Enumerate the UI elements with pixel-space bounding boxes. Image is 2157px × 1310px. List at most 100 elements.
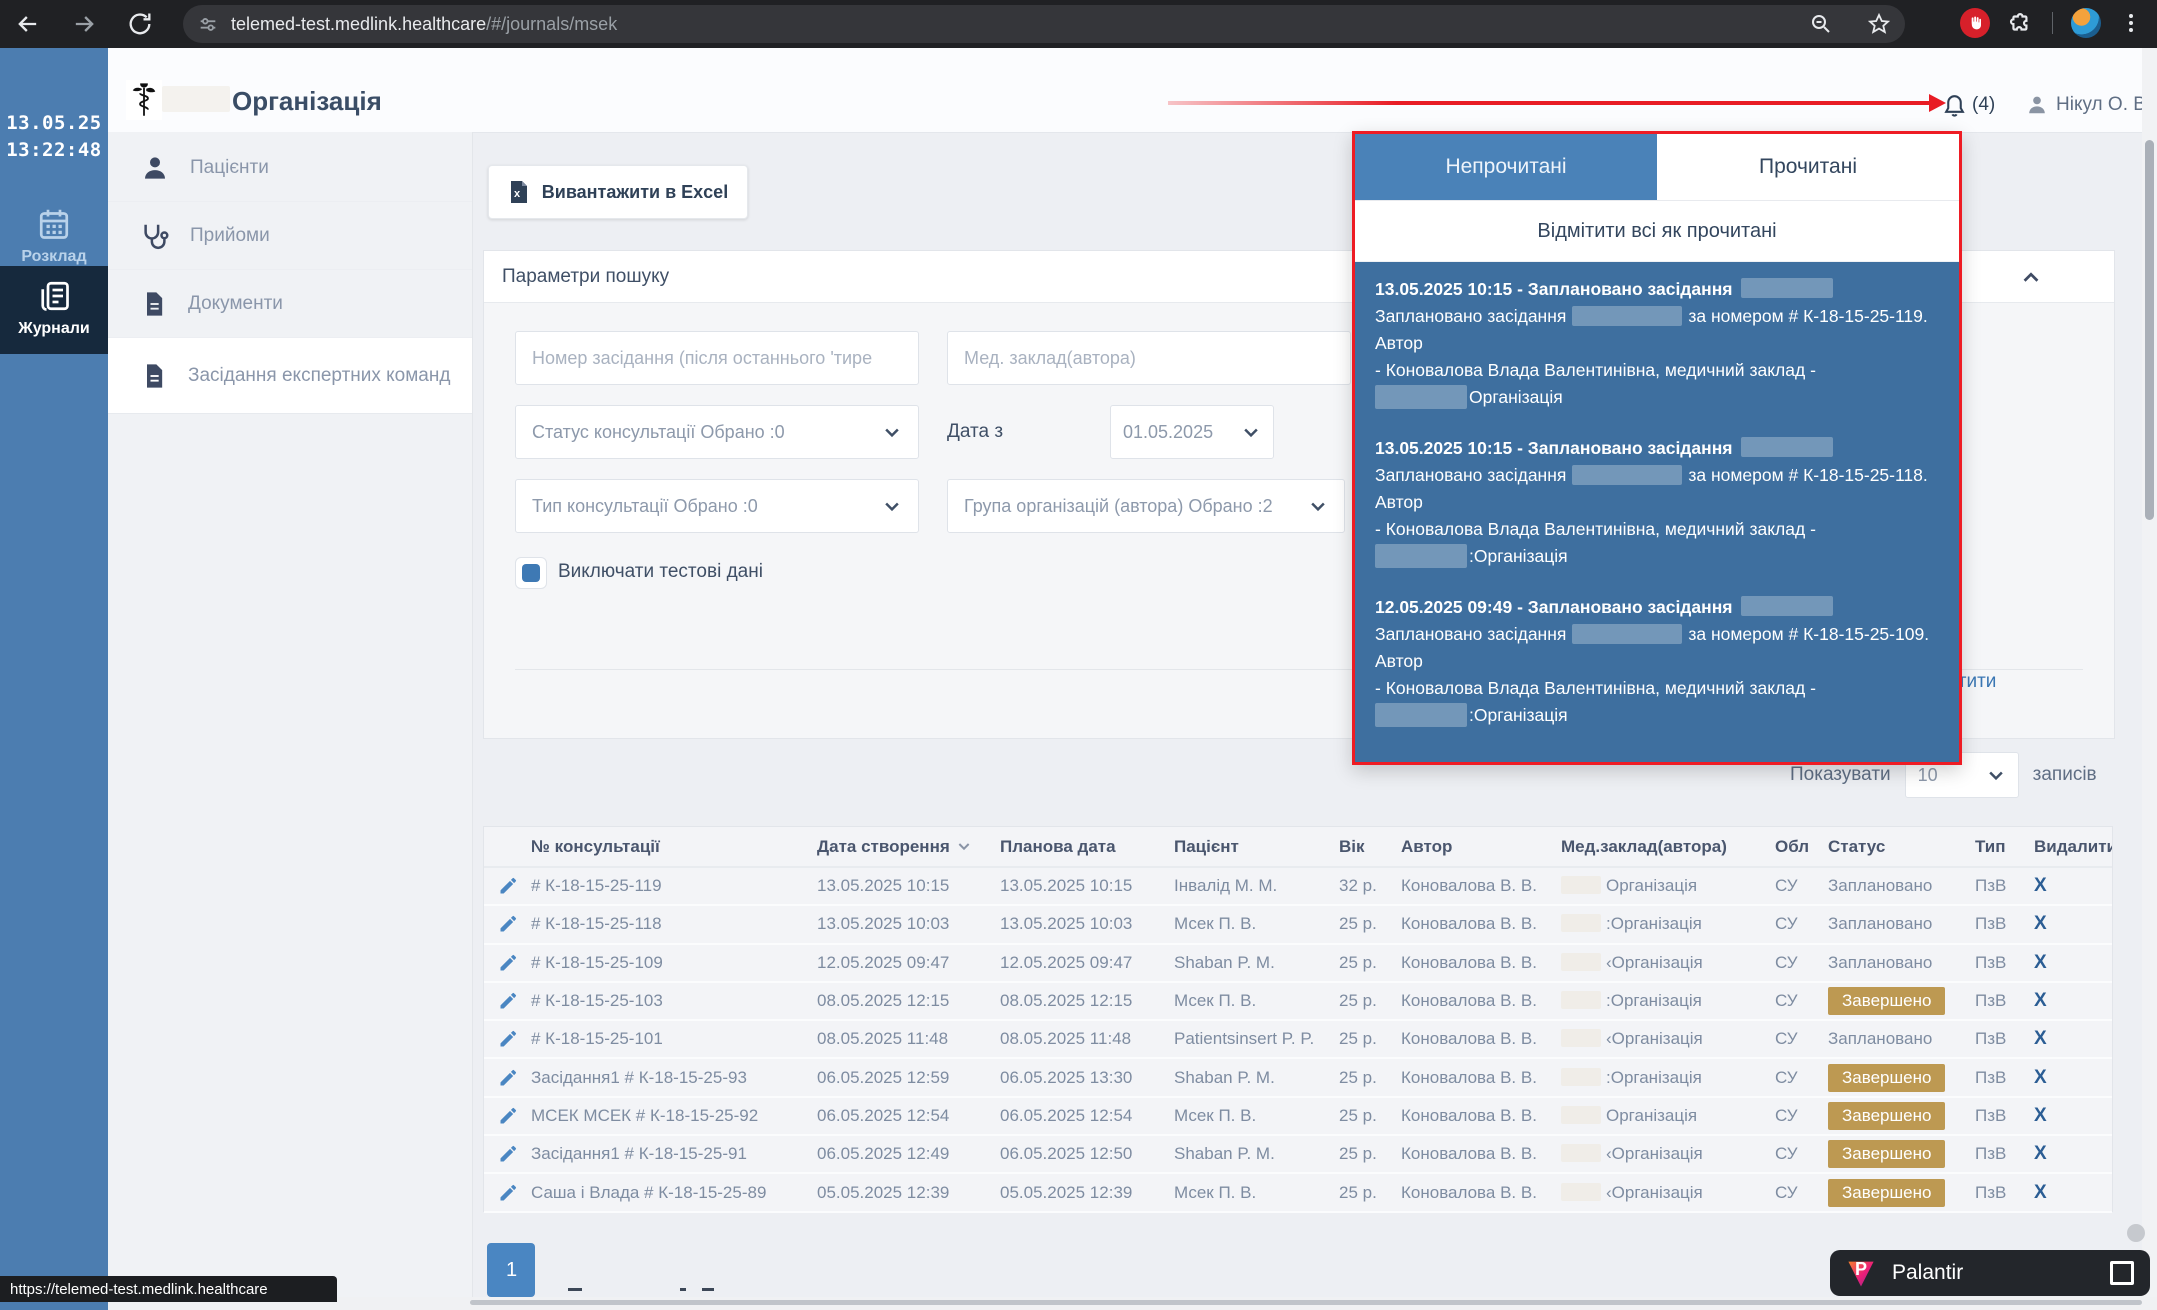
forward-icon[interactable] [70,10,98,38]
clock-date: 13.05.25 [0,110,108,137]
consultations-table: № консультації Дата створення Планова да… [483,826,2113,1212]
edit-pencil-icon[interactable] [498,1106,518,1126]
clock-time: 13:22:48 [0,137,108,164]
zoom-indicator-icon[interactable] [1809,12,1833,36]
col-header-created[interactable]: Дата створення [817,837,1000,857]
back-icon[interactable] [14,10,42,38]
table-row: Саша і Влада # К-18-15-25-89 05.05.2025 … [484,1174,2112,1212]
consultation-type: ПзВ [1975,1029,2034,1049]
meeting-number-input[interactable] [515,331,919,385]
patient-age: 25 р. [1339,1068,1401,1088]
scroll-fab[interactable] [2127,1224,2145,1242]
annotation-arrow [1168,101,1930,105]
delete-x-icon[interactable]: X [2034,913,2047,934]
extensions-puzzle-icon[interactable] [2008,10,2034,36]
user-name: Нікул О. В. [2056,94,2151,116]
redacted-org-prefix [1561,876,1601,894]
url-bar[interactable]: telemed-test.medlink.healthcare/#/journa… [183,5,1905,43]
menu-dots-icon[interactable] [2119,11,2143,35]
delete-x-icon[interactable]: X [2034,952,2047,973]
palantir-widget[interactable]: P Palantir [1830,1250,2150,1296]
notification-item[interactable]: 13.05.2025 10:15 - Заплановано засідання… [1375,435,1939,570]
edit-pencil-icon[interactable] [498,1144,518,1164]
pagination-page-1[interactable]: 1 [487,1243,535,1297]
consultation-number: Засідання1 # К-18-15-25-93 [531,1068,817,1088]
region-code: СУ [1775,991,1828,1011]
tab-unread[interactable]: Непрочитані [1355,134,1657,200]
status-badge: Заплановано [1828,953,1932,973]
col-header-type[interactable]: Тип [1975,837,2034,857]
consultation-number: # К-18-15-25-101 [531,1029,817,1049]
notification-item[interactable]: 08.05.2025 12:17 - Заплановано засідання… [1375,753,1939,754]
planned-date: 06.05.2025 12:54 [1000,1106,1174,1126]
planned-date: 08.05.2025 11:48 [1000,1029,1174,1049]
sidebar-item-appointments[interactable]: Прийоми [108,202,472,270]
expand-window-icon[interactable] [2110,1261,2134,1285]
mark-all-read-button[interactable]: Відмітити всі як прочитані [1355,201,1959,262]
table-row: # К-18-15-25-119 13.05.2025 10:15 13.05.… [484,868,2112,906]
refresh-icon[interactable] [126,10,154,38]
delete-x-icon[interactable]: X [2034,1067,2047,1088]
col-header-author[interactable]: Автор [1401,837,1561,857]
profile-avatar[interactable] [2071,8,2101,38]
table-row: # К-18-15-25-103 08.05.2025 12:15 08.05.… [484,983,2112,1021]
delete-x-icon[interactable]: X [2034,1143,2047,1164]
edit-pencil-icon[interactable] [498,1068,518,1088]
export-excel-button[interactable]: x Вивантажити в Excel [488,165,748,219]
delete-x-icon[interactable]: X [2034,1105,2047,1126]
edit-pencil-icon[interactable] [498,953,518,973]
bookmark-star-icon[interactable] [1867,12,1891,36]
notifications-popup: Непрочитані Прочитані Відмітити всі як п… [1352,131,1962,765]
chevron-up-icon[interactable] [2020,267,2042,289]
status-select[interactable]: Статус консультації Обрано :0 [515,405,919,459]
site-settings-icon[interactable] [197,13,219,35]
notification-title: 13.05.2025 10:15 - Заплановано засідання [1375,435,1939,462]
notification-item[interactable]: 13.05.2025 10:15 - Заплановано засідання… [1375,276,1939,411]
delete-x-icon[interactable]: X [2034,1182,2047,1203]
col-header-org[interactable]: Мед.заклад(автора) [1561,837,1775,857]
horizontal-scrollbar-thumb[interactable] [470,1300,2142,1305]
notifications-bell[interactable]: (4) [1942,92,1995,117]
redacted-org-prefix [1561,1029,1601,1047]
rail-item-journals[interactable]: Журнали [0,266,108,354]
palantir-label: Palantir [1892,1261,2094,1285]
adblock-hand-icon[interactable] [1960,8,1990,38]
delete-x-icon[interactable]: X [2034,1028,2047,1049]
status-badge: Завершено [1828,987,1945,1015]
edit-pencil-icon[interactable] [498,1183,518,1203]
notification-item[interactable]: 12.05.2025 09:49 - Заплановано засідання… [1375,594,1939,729]
col-header-delete[interactable]: Видалити [2034,837,2112,857]
col-header-status[interactable]: Статус [1828,837,1975,857]
edit-pencil-icon[interactable] [498,1029,518,1049]
med-org-input[interactable] [947,331,1351,385]
redacted-org-prefix [1561,1144,1601,1162]
delete-x-icon[interactable]: X [2034,990,2047,1011]
org-group-select[interactable]: Група організацій (автора) Обрано :2 [947,479,1345,533]
col-header-number[interactable]: № консультації [531,837,817,857]
vertical-scrollbar-thumb[interactable] [2145,140,2154,520]
user-menu[interactable]: Нікул О. В. [2026,94,2151,116]
clipped-text-fragment [568,1288,582,1291]
exclude-test-checkbox[interactable] [515,557,547,589]
type-select[interactable]: Тип консультації Обрано :0 [515,479,919,533]
sidebar-item-patients[interactable]: Пацієнти [108,134,472,202]
patient-age: 25 р. [1339,914,1401,934]
url-text: telemed-test.medlink.healthcare/#/journa… [231,14,617,35]
region-code: СУ [1775,1183,1828,1203]
redacted-text [1572,624,1682,644]
col-header-age[interactable]: Вік [1339,837,1401,857]
col-header-obl[interactable]: Обл [1775,837,1828,857]
date-from-select[interactable]: 01.05.2025 [1110,405,1274,459]
sidebar-item-documents[interactable]: Документи [108,270,472,338]
tab-read[interactable]: Прочитані [1657,134,1959,200]
status-badge: Завершено [1828,1102,1945,1130]
edit-pencil-icon[interactable] [498,991,518,1011]
edit-pencil-icon[interactable] [498,914,518,934]
edit-pencil-icon[interactable] [498,876,518,896]
col-header-planned[interactable]: Планова дата [1000,837,1174,857]
sidebar-item-expert-meetings[interactable]: Засідання експертних команд [108,338,472,414]
screen: telemed-test.medlink.healthcare/#/journa… [0,0,2157,1310]
delete-x-icon[interactable]: X [2034,875,2047,896]
sidebar-item-label: Засідання експертних команд [188,365,450,387]
col-header-patient[interactable]: Пацієнт [1174,837,1339,857]
